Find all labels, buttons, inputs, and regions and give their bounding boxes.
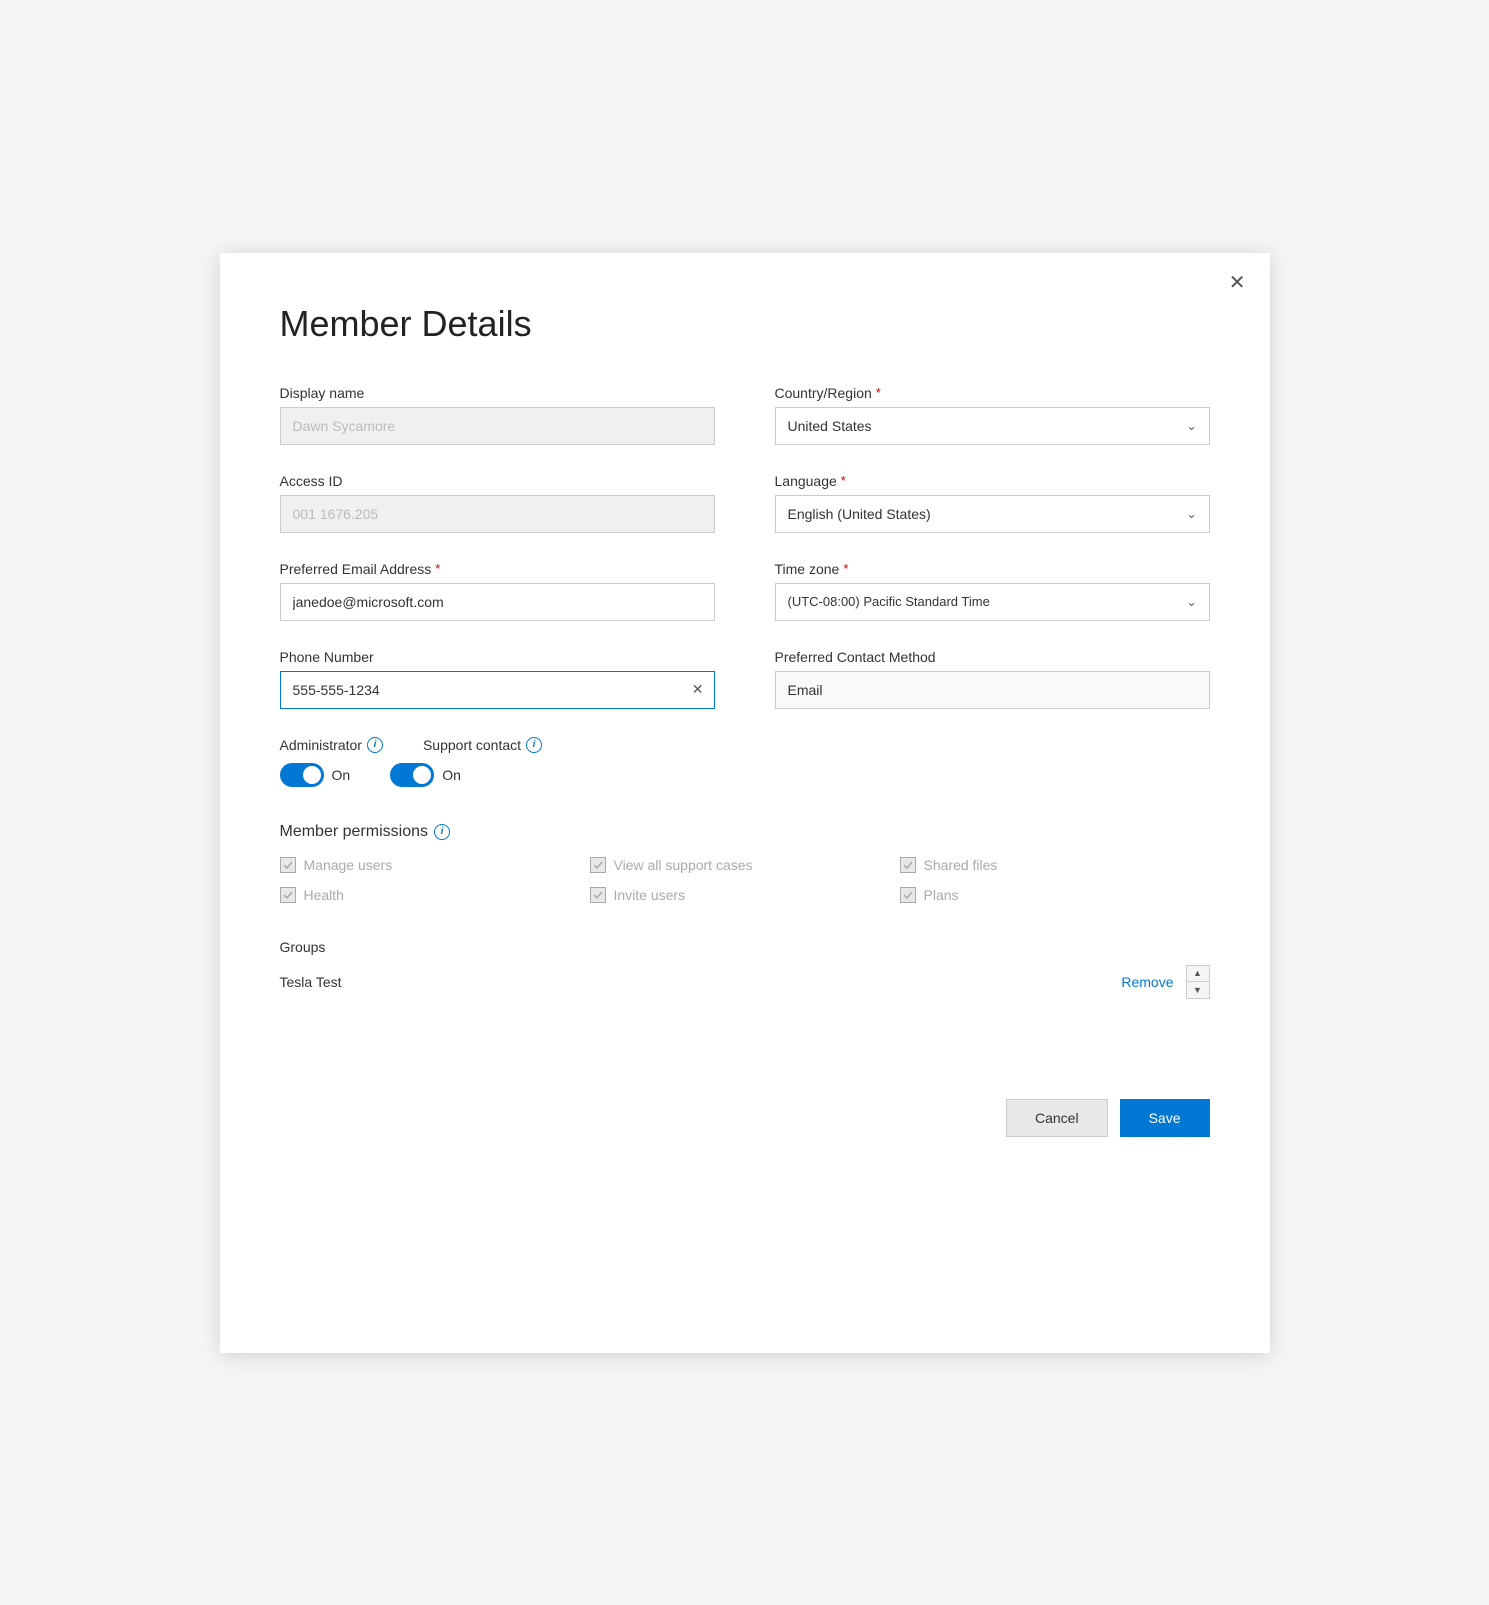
contact-method-label: Preferred Contact Method <box>775 649 1210 665</box>
invite-users-checkbox[interactable] <box>590 887 606 903</box>
cancel-button[interactable]: Cancel <box>1006 1099 1108 1137</box>
email-required: * <box>435 561 440 576</box>
timezone-chevron-icon: ⌄ <box>1186 595 1196 609</box>
support-toggle-knob <box>413 766 431 784</box>
timezone-select[interactable]: (UTC-08:00) Pacific Standard Time ⌄ <box>775 583 1210 621</box>
up-down-buttons: ▲ ▼ <box>1186 965 1210 999</box>
remove-link[interactable]: Remove <box>1121 974 1173 990</box>
support-info-icon[interactable]: i <box>526 737 542 753</box>
email-input[interactable] <box>280 583 715 621</box>
view-support-label: View all support cases <box>614 857 753 873</box>
invite-users-label: Invite users <box>614 887 686 903</box>
admin-toggle-header: Administrator i <box>280 737 383 753</box>
timezone-group: Time zone * (UTC-08:00) Pacific Standard… <box>775 561 1210 621</box>
view-support-checkbox[interactable] <box>590 857 606 873</box>
close-button[interactable]: ✕ <box>1229 273 1246 293</box>
plans-label: Plans <box>924 887 959 903</box>
toggles-section: Administrator i Support contact i On On <box>280 737 1210 787</box>
toggle-labels-row: Administrator i Support contact i <box>280 737 1210 753</box>
access-id-input[interactable] <box>280 495 715 533</box>
permission-shared-files: Shared files <box>900 857 1210 873</box>
save-button[interactable]: Save <box>1120 1099 1210 1137</box>
groups-section: Groups Tesla Test Remove ▲ ▼ <box>280 939 1210 999</box>
language-select[interactable]: English (United States) ⌄ <box>775 495 1210 533</box>
health-checkbox[interactable] <box>280 887 296 903</box>
language-label: Language * <box>775 473 1210 489</box>
display-name-label: Display name <box>280 385 715 401</box>
phone-group: Phone Number ✕ <box>280 649 715 709</box>
permission-view-support: View all support cases <box>590 857 900 873</box>
support-toggle-group: On <box>390 763 461 787</box>
group-row: Tesla Test Remove ▲ ▼ <box>280 965 1210 999</box>
permissions-info-icon[interactable]: i <box>434 824 450 840</box>
support-toggle-header: Support contact i <box>423 737 542 753</box>
country-group: Country/Region * United States ⌄ <box>775 385 1210 445</box>
dialog-title: Member Details <box>280 303 1210 345</box>
country-select[interactable]: United States ⌄ <box>775 407 1210 445</box>
member-details-dialog: ✕ Member Details Display name Country/Re… <box>220 253 1270 1353</box>
access-id-label: Access ID <box>280 473 715 489</box>
language-group: Language * English (United States) ⌄ <box>775 473 1210 533</box>
language-required: * <box>841 473 846 488</box>
move-up-button[interactable]: ▲ <box>1187 966 1209 982</box>
permission-health: Health <box>280 887 590 903</box>
permissions-grid: Manage users View all support cases Shar… <box>280 857 1210 903</box>
admin-on-label: On <box>332 767 351 783</box>
support-on-label: On <box>442 767 461 783</box>
email-label: Preferred Email Address * <box>280 561 715 577</box>
manage-users-label: Manage users <box>304 857 393 873</box>
manage-users-checkbox[interactable] <box>280 857 296 873</box>
admin-toggle-knob <box>303 766 321 784</box>
dialog-footer: Cancel Save <box>280 1079 1210 1137</box>
plans-checkbox[interactable] <box>900 887 916 903</box>
admin-toggle[interactable] <box>280 763 324 787</box>
move-down-button[interactable]: ▼ <box>1187 982 1209 998</box>
group-name: Tesla Test <box>280 974 1110 990</box>
shared-files-label: Shared files <box>924 857 998 873</box>
display-name-group: Display name <box>280 385 715 445</box>
phone-label: Phone Number <box>280 649 715 665</box>
phone-input-wrapper[interactable]: ✕ <box>280 671 715 709</box>
permission-manage-users: Manage users <box>280 857 590 873</box>
groups-title: Groups <box>280 939 1210 955</box>
timezone-required: * <box>843 561 848 576</box>
admin-toggle-group: On <box>280 763 351 787</box>
timezone-label: Time zone * <box>775 561 1210 577</box>
shared-files-checkbox[interactable] <box>900 857 916 873</box>
toggles-row: On On <box>280 763 1210 787</box>
contact-method-group: Preferred Contact Method Email <box>775 649 1210 709</box>
language-chevron-icon: ⌄ <box>1186 507 1196 521</box>
phone-input[interactable] <box>293 682 690 698</box>
phone-clear-button[interactable]: ✕ <box>690 679 706 700</box>
permissions-title: Member permissions i <box>280 823 1210 841</box>
country-chevron-icon: ⌄ <box>1186 419 1196 433</box>
display-name-input[interactable] <box>280 407 715 445</box>
country-required: * <box>876 385 881 400</box>
permissions-section: Member permissions i Manage users View a… <box>280 823 1210 903</box>
permission-plans: Plans <box>900 887 1210 903</box>
permission-invite-users: Invite users <box>590 887 900 903</box>
access-id-group: Access ID <box>280 473 715 533</box>
health-label: Health <box>304 887 344 903</box>
form-grid: Display name Country/Region * United Sta… <box>280 385 1210 709</box>
admin-info-icon[interactable]: i <box>367 737 383 753</box>
support-toggle[interactable] <box>390 763 434 787</box>
country-label: Country/Region * <box>775 385 1210 401</box>
contact-method-display: Email <box>775 671 1210 709</box>
email-group: Preferred Email Address * <box>280 561 715 621</box>
